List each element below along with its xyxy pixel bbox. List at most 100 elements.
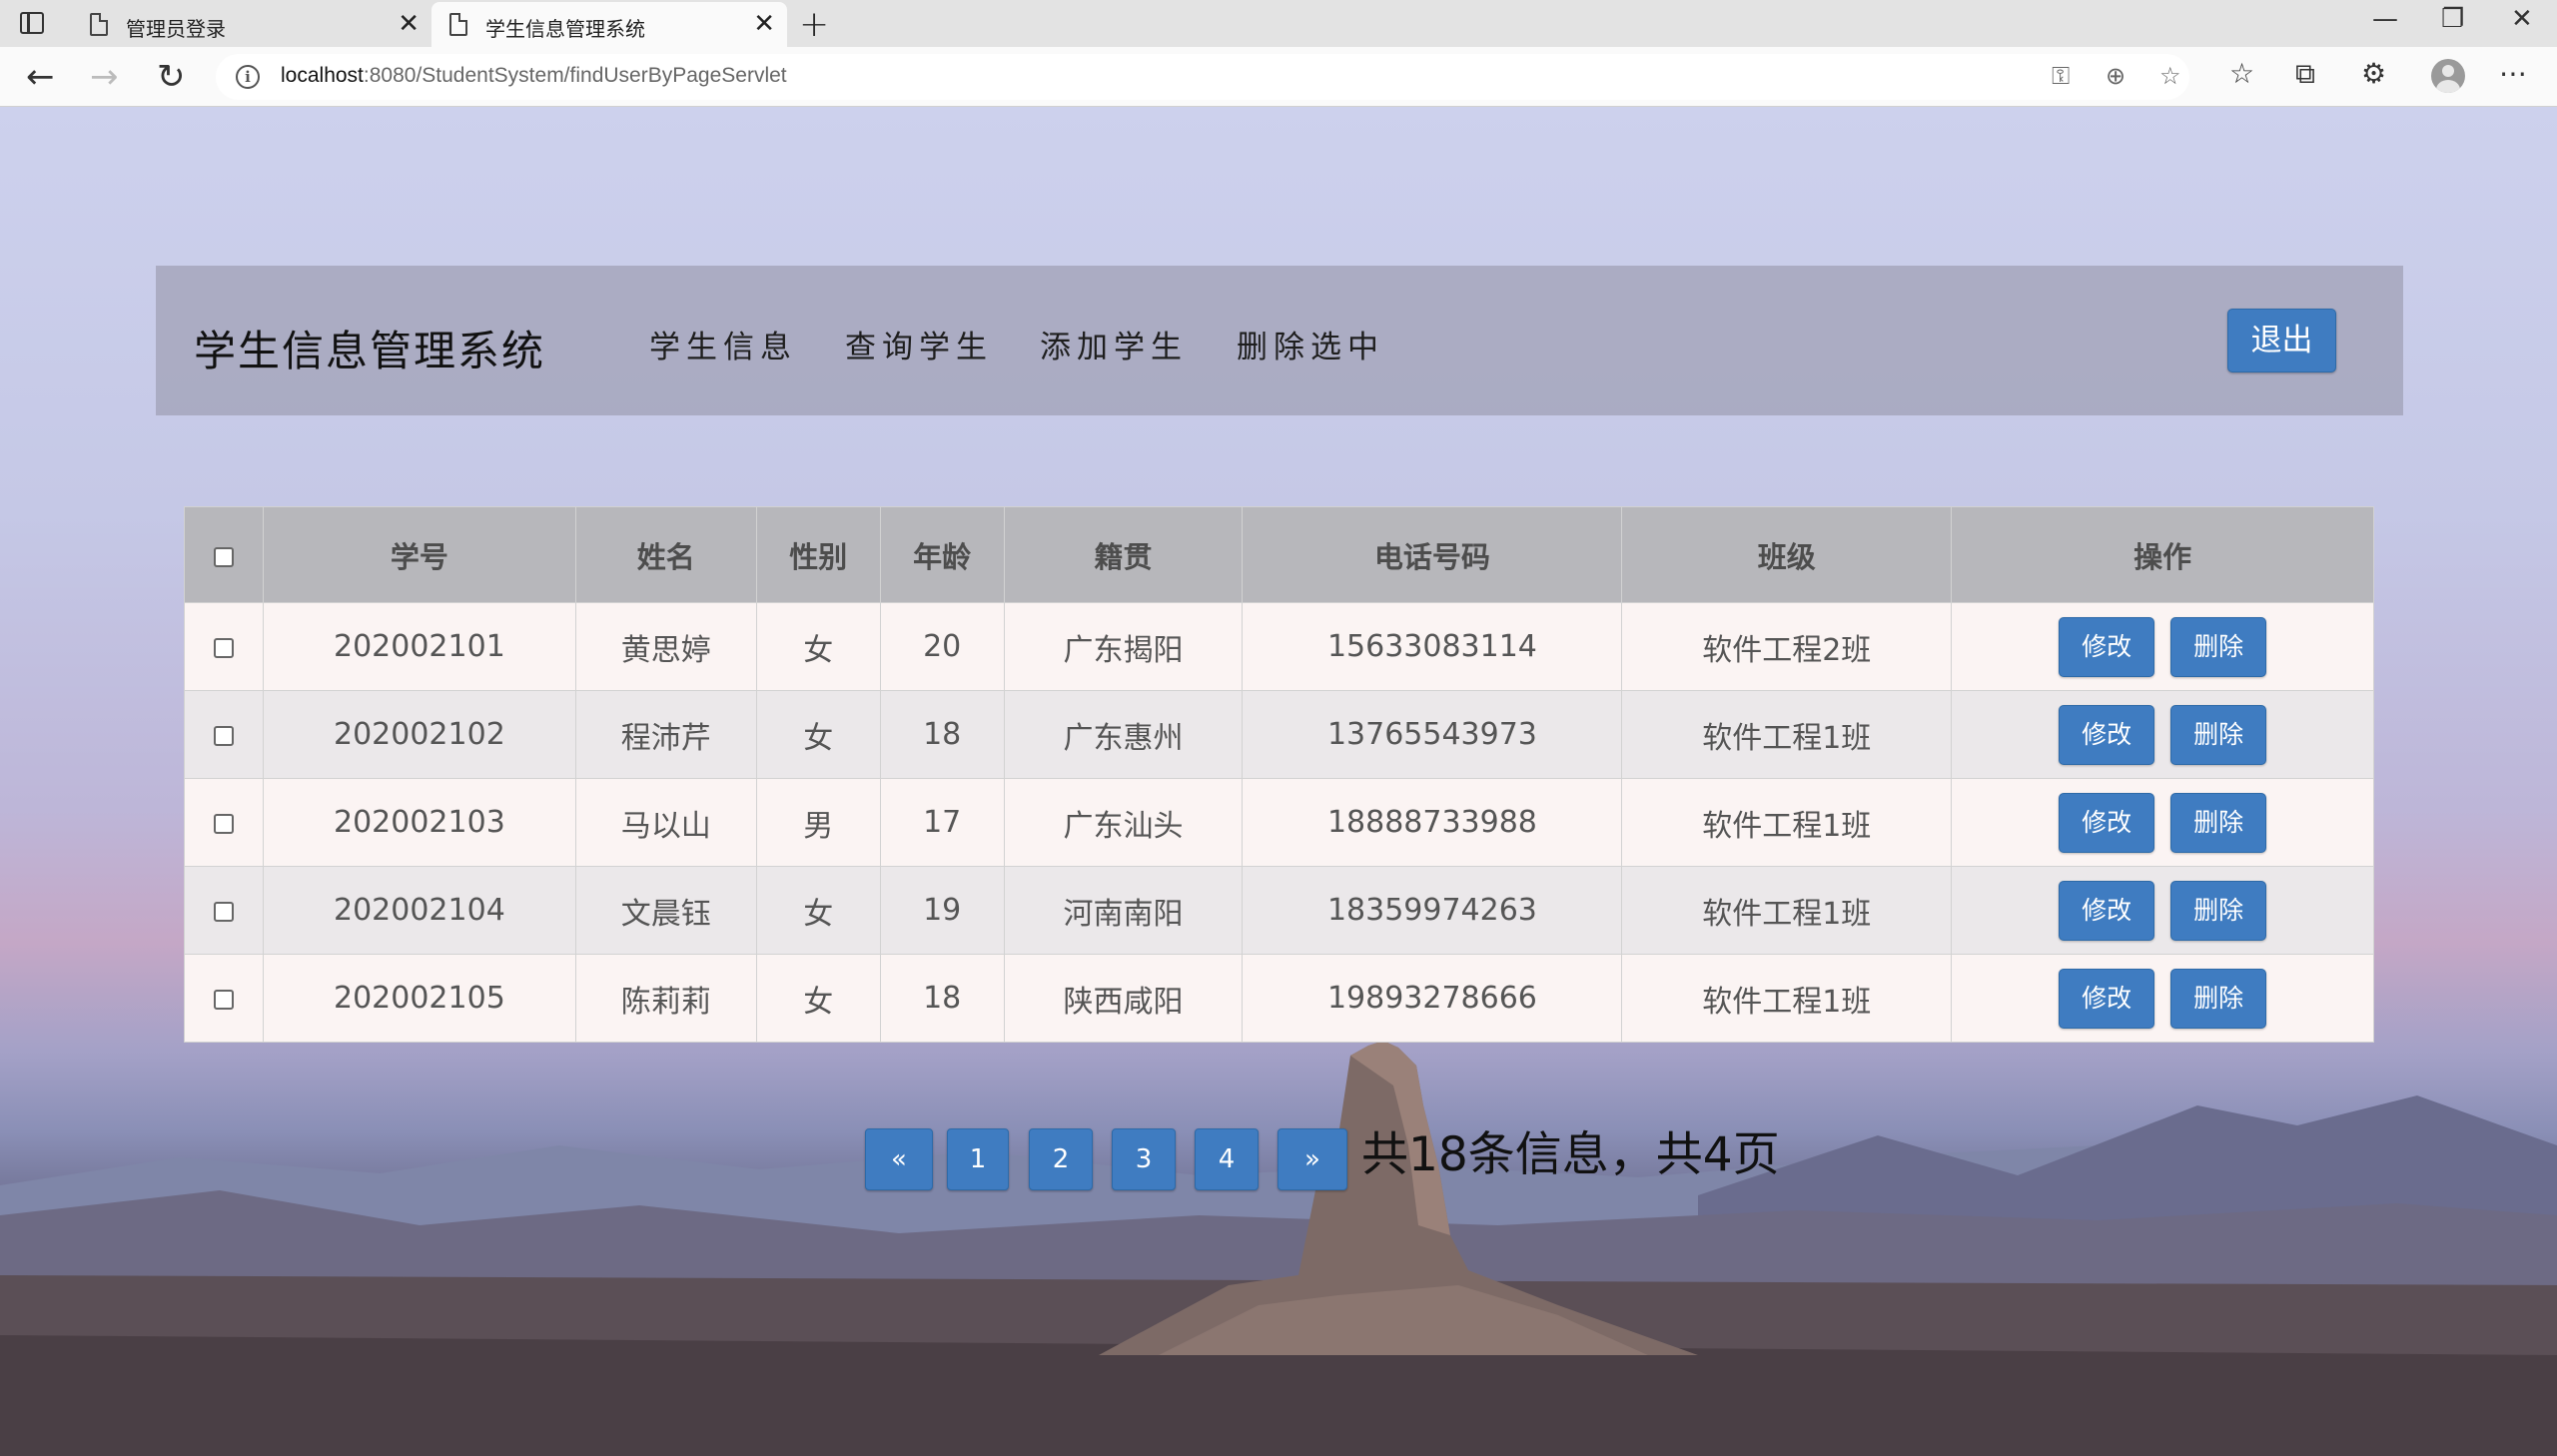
close-window-button[interactable]: ✕ [2511, 4, 2533, 34]
edit-button[interactable]: 修改 [2059, 704, 2155, 765]
prev-page-button[interactable]: « [865, 1128, 933, 1190]
page-icon [90, 13, 108, 36]
column-header: 班级 [1621, 506, 1953, 603]
app-title: 学生信息管理系统 [194, 327, 546, 375]
row-checkbox[interactable] [213, 813, 234, 834]
url-text[interactable]: localhost:8080/StudentSystem/findUserByP… [281, 64, 787, 88]
next-page-button[interactable]: » [1278, 1128, 1347, 1190]
delete-button[interactable]: 删除 [2170, 792, 2267, 853]
extensions-icon[interactable]: ⚙ [2361, 57, 2386, 90]
address-bar[interactable]: i localhost:8080/StudentSystem/findUserB… [216, 54, 2189, 100]
delete-button[interactable]: 删除 [2170, 880, 2267, 941]
nav-delete-selected[interactable]: 删除选中 [1237, 322, 1384, 366]
row-select-cell [184, 602, 264, 691]
student-name-cell: 陈莉莉 [574, 954, 757, 1043]
minimize-button[interactable]: — [2372, 4, 2398, 34]
app-header: 学生信息管理系统 学生信息 查询学生 添加学生 删除选中 退出 [156, 266, 2403, 415]
edit-button[interactable]: 修改 [2059, 616, 2155, 677]
student-name-cell: 程沛芹 [574, 690, 757, 779]
key-icon[interactable]: ⚿ [2052, 62, 2070, 90]
pagination-summary: 共18条信息，共4页 [1361, 1127, 1780, 1182]
row-checkbox[interactable] [213, 725, 234, 746]
delete-button[interactable]: 删除 [2170, 616, 2267, 677]
page-button-4[interactable]: 4 [1195, 1128, 1259, 1190]
table-row: 202002103 马以山 男 17 广东汕头 18888733988 软件工程… [184, 778, 2374, 867]
page-button-2[interactable]: 2 [1029, 1128, 1093, 1190]
row-checkbox[interactable] [213, 989, 234, 1010]
page-icon [449, 13, 467, 36]
student-phone-cell: 18359974263 [1242, 866, 1623, 955]
student-name-cell: 黄思婷 [574, 602, 757, 691]
student-origin-cell: 广东汕头 [1003, 778, 1244, 867]
student-age-cell: 18 [879, 690, 1005, 779]
nav-search-student[interactable]: 查询学生 [845, 322, 993, 366]
actions-cell: 修改 删除 [1951, 866, 2374, 955]
tab-admin-login[interactable]: 管理员登录 ✕ [72, 2, 431, 47]
actions-cell: 修改 删除 [1951, 690, 2374, 779]
row-checkbox[interactable] [213, 901, 234, 922]
add-favorite-icon[interactable]: ☆ [2159, 62, 2181, 90]
close-tab-icon[interactable]: ✕ [753, 9, 775, 39]
actions-cell: 修改 删除 [1951, 778, 2374, 867]
collections-icon[interactable]: ⧉ [2295, 57, 2315, 91]
student-class-cell: 软件工程1班 [1621, 690, 1953, 779]
favorites-icon[interactable]: ☆ [2229, 57, 2254, 90]
logout-button[interactable]: 退出 [2227, 309, 2336, 372]
column-header: 电话号码 [1242, 506, 1623, 603]
student-gender-cell: 女 [755, 602, 881, 691]
row-checkbox[interactable] [213, 637, 234, 658]
column-header: 姓名 [574, 506, 757, 603]
zoom-icon[interactable]: ⊕ [2106, 62, 2126, 90]
student-gender-cell: 女 [755, 690, 881, 779]
student-class-cell: 软件工程2班 [1621, 602, 1953, 691]
tab-student-system[interactable]: 学生信息管理系统 ✕ [431, 2, 787, 47]
back-button[interactable]: ← [26, 57, 55, 97]
student-phone-cell: 13765543973 [1242, 690, 1623, 779]
select-all-cell [184, 506, 264, 603]
edit-button[interactable]: 修改 [2059, 880, 2155, 941]
student-origin-cell: 广东惠州 [1003, 690, 1244, 779]
students-table: 学号 姓名 性别 年龄 籍贯 电话号码 班级 操作 202002101 黄思婷 … [184, 506, 2374, 1043]
edit-button[interactable]: 修改 [2059, 792, 2155, 853]
row-select-cell [184, 954, 264, 1043]
url-path: :8080/StudentSystem/findUserByPageServle… [363, 64, 787, 87]
forward-button[interactable]: → [90, 57, 119, 97]
site-info-icon[interactable]: i [236, 65, 260, 89]
student-class-cell: 软件工程1班 [1621, 954, 1953, 1043]
new-tab-button[interactable]: + [799, 4, 829, 45]
actions-cell: 修改 删除 [1951, 954, 2374, 1043]
browser-tab-bar: 管理员登录 ✕ 学生信息管理系统 ✕ + — ❐ ✕ [0, 0, 2557, 47]
nav-student-info[interactable]: 学生信息 [649, 322, 797, 366]
tab-label: 学生信息管理系统 [485, 17, 645, 41]
tab-actions-icon[interactable] [20, 12, 44, 34]
student-id-cell: 202002102 [262, 690, 576, 779]
edit-button[interactable]: 修改 [2059, 968, 2155, 1029]
page-background: 学生信息管理系统 学生信息 查询学生 添加学生 删除选中 退出 学号 姓名 性别… [0, 107, 2557, 1456]
restore-button[interactable]: ❐ [2441, 4, 2464, 34]
profile-avatar[interactable] [2431, 59, 2465, 93]
student-age-cell: 17 [879, 778, 1005, 867]
delete-button[interactable]: 删除 [2170, 968, 2267, 1029]
table-row: 202002101 黄思婷 女 20 广东揭阳 15633083114 软件工程… [184, 602, 2374, 691]
student-gender-cell: 女 [755, 954, 881, 1043]
page-button-1[interactable]: 1 [947, 1128, 1009, 1190]
table-row: 202002102 程沛芹 女 18 广东惠州 13765543973 软件工程… [184, 690, 2374, 779]
student-name-cell: 文晨钰 [574, 866, 757, 955]
table-row: 202002104 文晨钰 女 19 河南南阳 18359974263 软件工程… [184, 866, 2374, 955]
student-phone-cell: 19893278666 [1242, 954, 1623, 1043]
student-age-cell: 20 [879, 602, 1005, 691]
row-select-cell [184, 778, 264, 867]
column-header: 学号 [262, 506, 576, 603]
reload-button[interactable]: ↻ [157, 57, 186, 97]
more-menu-icon[interactable]: ⋯ [2499, 57, 2527, 90]
select-all-checkbox[interactable] [213, 546, 234, 567]
page-button-3[interactable]: 3 [1112, 1128, 1176, 1190]
student-id-cell: 202002103 [262, 778, 576, 867]
student-origin-cell: 河南南阳 [1003, 866, 1244, 955]
table-row: 202002105 陈莉莉 女 18 陕西咸阳 19893278666 软件工程… [184, 954, 2374, 1043]
close-tab-icon[interactable]: ✕ [398, 9, 420, 39]
student-age-cell: 19 [879, 866, 1005, 955]
delete-button[interactable]: 删除 [2170, 704, 2267, 765]
column-header: 年龄 [879, 506, 1005, 603]
nav-add-student[interactable]: 添加学生 [1040, 322, 1188, 366]
